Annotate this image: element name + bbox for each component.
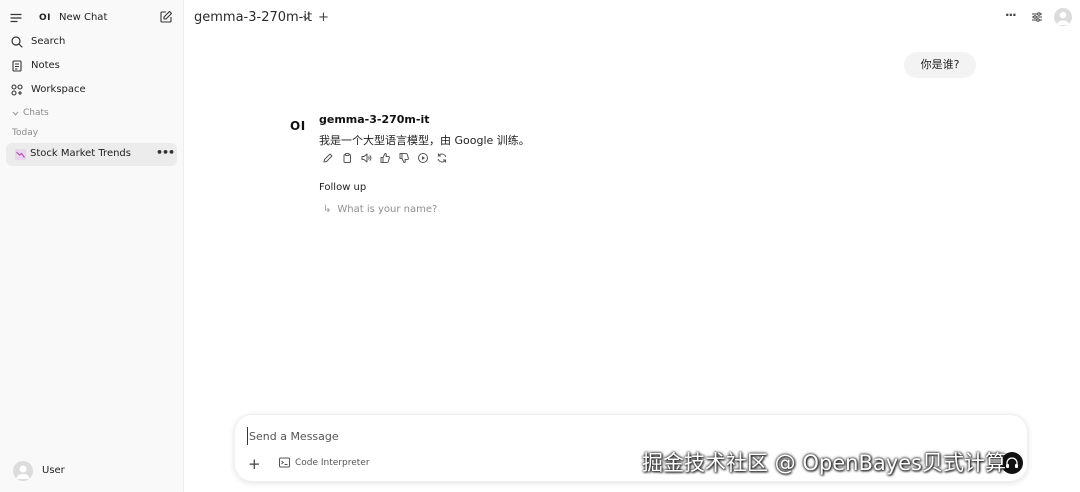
watermark: 掘金技术社区 @ OpenBayes贝式计算	[642, 451, 1007, 475]
assistant-message: 我是一个大型语言模型，由 Google 训练。	[319, 134, 530, 147]
edit-icon[interactable]	[322, 152, 334, 164]
follow-up-suggestion[interactable]: ↳ What is your name?	[323, 204, 437, 215]
terminal-icon	[279, 457, 290, 468]
compose-icon[interactable]	[159, 10, 173, 24]
sidebar-item-label: Search	[31, 36, 66, 47]
thumbs-down-icon[interactable]	[398, 152, 410, 164]
chat-options-icon[interactable]: •••	[156, 146, 175, 159]
user-name[interactable]: User	[42, 465, 65, 476]
sidebar-item-label: Workspace	[31, 84, 86, 95]
menu-icon[interactable]	[10, 12, 22, 24]
chevron-down-icon	[12, 111, 19, 116]
assistant-name: gemma-3-270m-it	[319, 113, 430, 126]
add-model-button[interactable]: +	[318, 10, 329, 25]
attach-button[interactable]: +	[248, 455, 261, 473]
user-message: 你是谁?	[904, 52, 976, 78]
code-interpreter-button[interactable]: Code Interpreter	[279, 457, 370, 468]
profile-avatar[interactable]	[1054, 8, 1072, 26]
message-input[interactable]	[247, 427, 807, 445]
sidebar-item-label: Notes	[31, 60, 60, 71]
openwebui-logo: OI	[39, 13, 51, 23]
chart-icon	[15, 149, 26, 160]
user-avatar-icon	[1056, 11, 1070, 25]
new-chat-button[interactable]: New Chat	[59, 12, 107, 23]
notes-icon	[12, 60, 22, 72]
follow-up-heading: Follow up	[319, 182, 367, 193]
sidebar-item-search[interactable]: Search	[0, 31, 184, 53]
read-aloud-icon[interactable]	[360, 152, 372, 164]
more-options-icon[interactable]: ···	[1005, 8, 1017, 22]
copy-icon[interactable]	[341, 152, 353, 164]
user-avatar-icon	[16, 465, 30, 479]
model-selector[interactable]: gemma-3-270m-it	[194, 10, 312, 25]
avatar[interactable]	[13, 461, 33, 481]
search-icon	[11, 36, 23, 48]
controls-icon[interactable]	[1030, 10, 1044, 24]
sidebar-item-workspace[interactable]: Workspace	[0, 79, 184, 101]
assistant-logo: OI	[290, 119, 306, 133]
follow-up-text: What is your name?	[337, 204, 438, 215]
regenerate-icon[interactable]	[436, 152, 448, 164]
reply-arrow-icon: ↳	[323, 204, 332, 215]
continue-icon[interactable]	[417, 152, 429, 164]
today-label: Today	[12, 128, 39, 138]
message-actions	[322, 152, 448, 164]
chat-item-label: Stock Market Trends	[30, 148, 131, 159]
thumbs-up-icon[interactable]	[379, 152, 391, 164]
sidebar-item-notes[interactable]: Notes	[0, 55, 184, 77]
chats-section-toggle[interactable]: Chats	[12, 108, 49, 118]
sidebar: OI New Chat Search Notes Workspace Chats…	[0, 0, 184, 492]
code-interpreter-label: Code Interpreter	[295, 457, 370, 468]
chat-item-stock-market-trends[interactable]: Stock Market Trends •••	[6, 143, 177, 166]
chats-label: Chats	[23, 108, 49, 118]
chevron-down-icon[interactable]	[302, 13, 311, 22]
workspace-icon	[11, 84, 23, 96]
